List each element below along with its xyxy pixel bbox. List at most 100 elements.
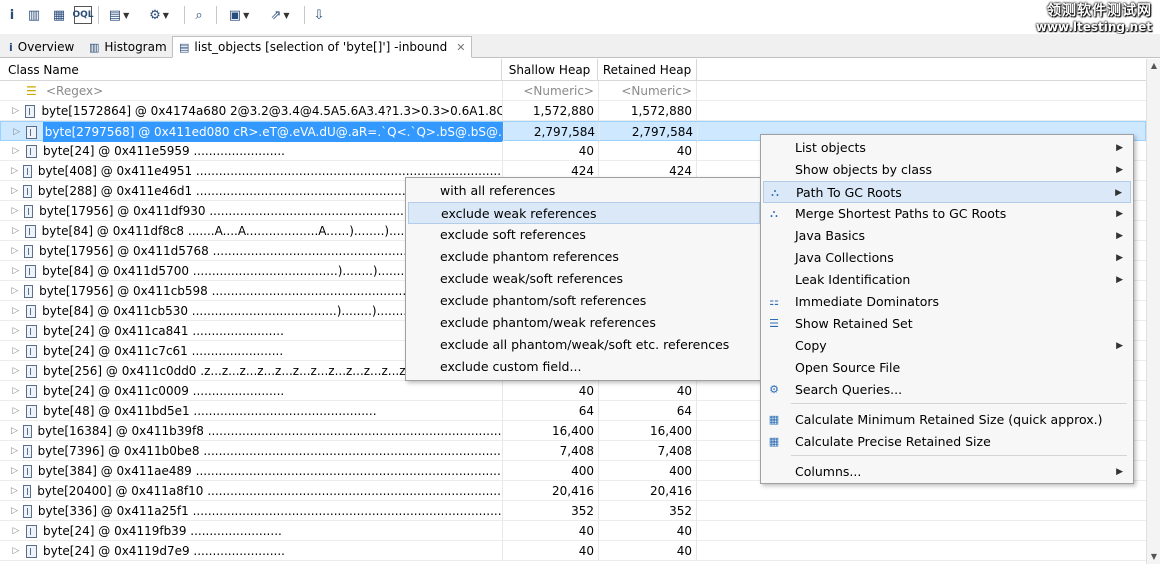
tab-histogram[interactable]: ▥ Histogram [82, 36, 174, 58]
expand-icon[interactable]: ▷ [10, 481, 19, 501]
menu-item[interactable]: ⛬ Merge Shortest Paths to GC Roots ▶ [763, 203, 1131, 225]
heap-dump-icon[interactable]: ⇩ [310, 6, 328, 24]
tab-overview[interactable]: i Overview [2, 36, 81, 58]
regex-filter-input[interactable]: <Regex> [46, 81, 103, 101]
menu-item[interactable]: ⛬ Path To GC Roots ▶ [763, 181, 1131, 203]
expand-icon[interactable]: ▷ [10, 521, 22, 541]
submenu-item[interactable]: exclude custom field... [408, 356, 760, 378]
expand-icon[interactable]: ▷ [10, 261, 21, 281]
expand-icon[interactable]: ▷ [10, 181, 19, 201]
table-row[interactable]: ▷ byte[20400] @ 0x411a8f10 ..............… [0, 481, 1146, 501]
column-header-class-name[interactable]: Class Name [0, 59, 502, 81]
menu-item-label: List objects [795, 140, 866, 155]
expand-icon[interactable]: ▷ [10, 401, 22, 421]
table-row[interactable]: ▷ byte[24] @ 0x4119fb39 .................… [0, 521, 1146, 541]
scroll-down-icon[interactable]: ▼ [1147, 550, 1160, 564]
expand-icon[interactable]: ▷ [10, 501, 19, 521]
retained-heap-value: 1,572,880 [598, 101, 697, 121]
menu-item-label: Immediate Dominators [795, 294, 940, 309]
menu-item[interactable]: ▦ Calculate Precise Retained Size [763, 431, 1131, 453]
path-to-gc-roots-icon: ⛬ [771, 186, 779, 199]
toolbar-separator [184, 6, 185, 24]
column-header-retained-heap[interactable]: Retained Heap [598, 59, 697, 81]
menu-item[interactable]: Open Source File [763, 357, 1131, 379]
expand-icon[interactable]: ▷ [11, 122, 22, 142]
submenu-item[interactable]: exclude all phantom/weak/soft etc. refer… [408, 334, 760, 356]
submenu-item[interactable]: exclude weak/soft references [408, 268, 760, 290]
expand-icon[interactable]: ▷ [10, 341, 22, 361]
expand-icon[interactable]: ▷ [10, 321, 22, 341]
menu-item[interactable]: List objects ▶ [763, 137, 1131, 159]
submenu-item[interactable]: exclude phantom references [408, 246, 760, 268]
expand-icon[interactable]: ▷ [10, 441, 19, 461]
expand-icon[interactable]: ▷ [10, 421, 19, 441]
shallow-heap-value: 64 [502, 401, 598, 421]
histogram-icon: ▥ [89, 40, 100, 54]
retained-heap-value: 20,416 [598, 481, 697, 501]
table-row[interactable]: ▷ byte[336] @ 0x411a25f1 ................… [0, 501, 1146, 521]
menu-item[interactable]: Leak Identification ▶ [763, 269, 1131, 291]
retained-heap-value: 7,408 [598, 441, 697, 461]
object-name: byte[16384] @ 0x411b39f8 ...............… [37, 424, 502, 438]
menu-item-label: Columns... [795, 464, 862, 479]
close-icon[interactable]: ✕ [456, 41, 465, 54]
oql-icon[interactable]: OQL [72, 6, 94, 24]
menu-item[interactable]: ▦ Calculate Minimum Retained Size (quick … [763, 409, 1131, 431]
scroll-up-icon[interactable]: ▲ [1147, 59, 1160, 73]
query-browser-icon[interactable]: ⚙ ▼ [142, 6, 176, 24]
expand-icon[interactable]: ▷ [10, 141, 22, 161]
submenu-item[interactable]: exclude weak references [408, 202, 760, 224]
export-icon[interactable]: ⇗ ▼ [262, 6, 298, 24]
table-header: Class Name Shallow Heap Retained Heap [0, 59, 1146, 81]
menu-item[interactable]: Copy ▶ [763, 335, 1131, 357]
menu-item[interactable]: Java Collections ▶ [763, 247, 1131, 269]
object-name: byte[336] @ 0x411a25f1 .................… [37, 504, 502, 518]
dominator-tree-icon[interactable]: ▦ [50, 6, 68, 24]
object-name: byte[2797568] @ 0x411ed080 cR>.eT@.eVA.d… [42, 122, 503, 142]
tab-list-objects[interactable]: ▤ list_objects [selection of 'byte[]'] -… [172, 36, 473, 58]
search-icon[interactable]: ⌕ [190, 6, 208, 24]
menu-item[interactable]: ☰ Show Retained Set [763, 313, 1131, 335]
expand-icon[interactable]: ▷ [10, 541, 22, 561]
expand-icon[interactable]: ▷ [10, 461, 19, 481]
expand-icon[interactable]: ▷ [10, 201, 20, 221]
expand-icon[interactable]: ▷ [10, 281, 20, 301]
column-header-shallow-heap[interactable]: Shallow Heap [502, 59, 598, 81]
expand-icon[interactable]: ▷ [10, 381, 22, 401]
context-menu: List objects ▶ Show objects by class ▶ ⛬ Path… [760, 134, 1134, 484]
expand-icon[interactable]: ▷ [10, 101, 21, 121]
byte-array-icon [22, 484, 32, 498]
expand-icon[interactable]: ▷ [10, 301, 22, 321]
expand-icon[interactable]: ▷ [10, 241, 20, 261]
byte-array-icon [26, 144, 37, 158]
shallow-filter-input[interactable]: <Numeric> [502, 81, 598, 101]
thread-overview-icon[interactable]: ▤ ▼ [104, 6, 134, 24]
shallow-heap-value: 40 [502, 521, 598, 541]
table-row[interactable]: ▷ byte[24] @ 0x4119d7e9 .................… [0, 541, 1146, 561]
menu-item[interactable]: Columns... ▶ [763, 461, 1131, 483]
menu-item-label: Calculate Minimum Retained Size (quick a… [795, 412, 1103, 427]
menu-item[interactable]: ⚙ Search Queries... [763, 379, 1131, 401]
chevron-right-icon: ▶ [1116, 209, 1123, 219]
menu-item[interactable]: ⚏ Immediate Dominators [763, 291, 1131, 313]
object-name: byte[24] @ 0x4119d7e9 ..................… [43, 544, 285, 558]
menu-item[interactable]: Show objects by class ▶ [763, 159, 1131, 181]
table-row[interactable]: ▷ byte[1572864] @ 0x4174a680 2@3.2@3.4@4.… [0, 101, 1146, 121]
submenu-item[interactable]: with all references [408, 180, 760, 202]
submenu-item[interactable]: exclude phantom/weak references [408, 312, 760, 334]
retained-filter-input[interactable]: <Numeric> [598, 81, 697, 101]
menu-item-label: Copy [795, 338, 827, 353]
shallow-heap-value: 40 [502, 381, 598, 401]
histogram-icon[interactable]: ▥ [26, 6, 42, 24]
submenu-item[interactable]: exclude phantom/soft references [408, 290, 760, 312]
merge-paths-icon: ⛬ [770, 207, 778, 220]
submenu-item[interactable]: exclude soft references [408, 224, 760, 246]
expand-icon[interactable]: ▷ [10, 361, 22, 381]
shallow-heap-value: 40 [502, 541, 598, 561]
report-icon[interactable]: ▣ ▼ [222, 6, 256, 24]
expand-icon[interactable]: ▷ [10, 161, 19, 181]
menu-item[interactable]: Java Basics ▶ [763, 225, 1131, 247]
expand-icon[interactable]: ▷ [10, 221, 21, 241]
info-icon[interactable]: i [6, 6, 18, 24]
vertical-scrollbar[interactable]: ▲ ▼ [1146, 59, 1160, 564]
